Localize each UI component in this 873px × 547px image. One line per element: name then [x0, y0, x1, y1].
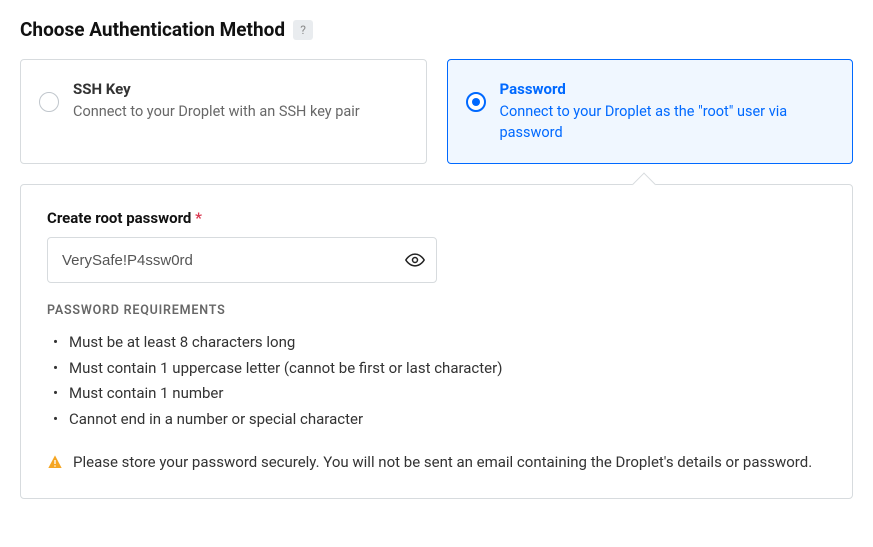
help-icon[interactable]: ?	[293, 20, 313, 40]
eye-icon	[405, 250, 425, 270]
radio-icon	[39, 92, 59, 112]
required-indicator: *	[195, 209, 202, 227]
toggle-password-visibility-button[interactable]	[403, 248, 427, 272]
password-details-panel: Create root password * PASSWORD REQUIREM…	[20, 184, 853, 499]
auth-option-text: Password Connect to your Droplet as the …	[500, 80, 835, 143]
list-item: Must contain 1 number	[47, 381, 826, 407]
auth-option-ssh-key[interactable]: SSH Key Connect to your Droplet with an …	[20, 59, 427, 164]
auth-option-desc: Connect to your Droplet as the "root" us…	[500, 101, 835, 143]
warning-icon	[47, 453, 63, 469]
password-input-wrapper	[47, 237, 437, 283]
field-label-text: Create root password	[47, 209, 191, 227]
list-item: Must contain 1 uppercase letter (cannot …	[47, 356, 826, 382]
password-storage-warning: Please store your password securely. You…	[47, 450, 826, 474]
radio-icon	[466, 92, 486, 112]
list-item: Must be at least 8 characters long	[47, 330, 826, 356]
warning-text: Please store your password securely. You…	[73, 450, 812, 474]
auth-option-text: SSH Key Connect to your Droplet with an …	[73, 80, 408, 122]
section-title: Choose Authentication Method	[20, 18, 285, 41]
auth-option-desc: Connect to your Droplet with an SSH key …	[73, 101, 408, 122]
auth-option-title: Password	[500, 80, 835, 98]
requirements-header: PASSWORD REQUIREMENTS	[47, 303, 826, 318]
root-password-input[interactable]	[47, 237, 437, 283]
section-header: Choose Authentication Method ?	[20, 18, 853, 41]
auth-method-options: SSH Key Connect to your Droplet with an …	[20, 59, 853, 164]
auth-option-password[interactable]: Password Connect to your Droplet as the …	[447, 59, 854, 164]
password-requirements-list: Must be at least 8 characters long Must …	[47, 330, 826, 432]
list-item: Cannot end in a number or special charac…	[47, 407, 826, 433]
password-field-label: Create root password *	[47, 209, 826, 227]
auth-option-title: SSH Key	[73, 80, 408, 98]
